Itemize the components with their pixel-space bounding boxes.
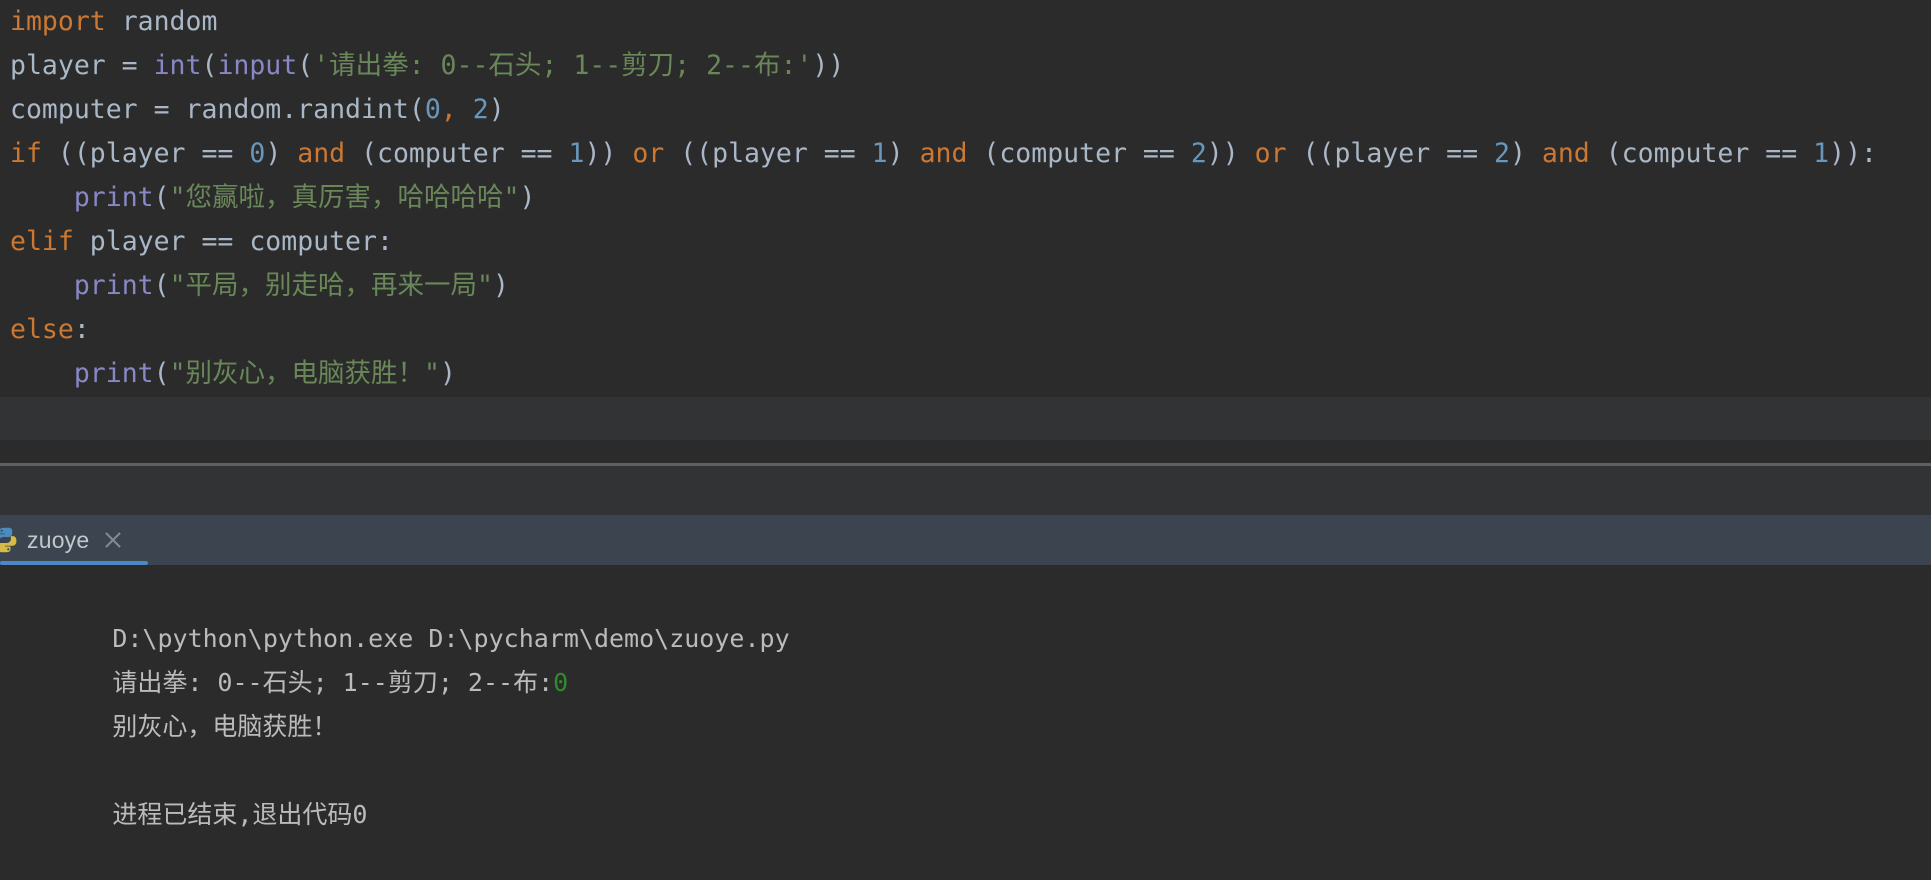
code-token: if: [10, 138, 42, 169]
console-exit-text: 进程已结束,退出代码0: [112, 800, 368, 829]
run-toolwindow-tabbar: zuoye: [0, 515, 1931, 565]
code-token: )):: [1829, 138, 1877, 169]
code-token: player =: [10, 50, 154, 81]
code-token: (: [201, 50, 218, 81]
tab-zuoye[interactable]: zuoye: [0, 515, 123, 565]
code-token: 2: [1190, 138, 1207, 169]
code-token: (: [153, 358, 170, 389]
code-token: print: [73, 270, 154, 301]
code-token: ): [265, 138, 298, 169]
code-token: "平局，别走哈，再来一局": [169, 270, 493, 301]
code-line[interactable]: computer = random.randint(0, 2): [0, 88, 1931, 132]
run-toolwindow-header-strip: [0, 466, 1931, 515]
code-token: (computer ==: [1589, 138, 1814, 169]
code-token: ): [488, 94, 505, 125]
code-token: '请出拳: 0--石头; 1--剪刀; 2--布:': [313, 50, 813, 81]
code-token: (: [153, 182, 170, 213]
editor-bottom-strip: [0, 397, 1931, 440]
code-token: ): [1509, 138, 1542, 169]
code-token: ((player ==: [664, 138, 872, 169]
python-file-icon: [0, 526, 19, 554]
code-line[interactable]: if ((player == 0) and (computer == 1)) o…: [0, 132, 1931, 176]
code-token: 0: [424, 94, 441, 125]
code-token: 1: [871, 138, 888, 169]
code-token: ): [493, 270, 509, 301]
code-token: ): [887, 138, 920, 169]
code-line[interactable]: import random: [0, 0, 1931, 44]
console-user-input-echo: 0: [553, 668, 569, 697]
code-token: 2: [1494, 138, 1510, 169]
code-token: or: [1254, 138, 1287, 169]
code-token: )): [812, 50, 845, 81]
code-token: (computer ==: [345, 138, 569, 169]
tab-label: zuoye: [27, 526, 90, 553]
code-token: import: [10, 6, 106, 37]
editor-gutter-strip: [0, 440, 1931, 463]
code-token: print: [73, 358, 154, 389]
console-line-command: D:\python\python.exe D:\pycharm\demo\zuo…: [0, 573, 1931, 653]
code-token: (: [153, 270, 170, 301]
code-token: or: [632, 138, 665, 169]
code-token: (computer ==: [967, 138, 1191, 169]
code-token: player == computer:: [73, 226, 393, 257]
console-output-text: 别灰心，电脑获胜！: [112, 712, 338, 741]
code-token: 1: [568, 138, 585, 169]
code-editor[interactable]: import random player = int(input('请出拳: 0…: [0, 0, 1931, 397]
close-icon[interactable]: [103, 530, 123, 550]
code-line[interactable]: print("别灰心，电脑获胜！"): [0, 352, 1931, 396]
code-token: elif: [10, 226, 74, 257]
code-token: 2: [472, 94, 489, 125]
code-token: input: [217, 50, 298, 81]
code-token: (: [297, 50, 314, 81]
code-token: )): [584, 138, 633, 169]
code-token: ((player ==: [41, 138, 250, 169]
code-token: 0: [249, 138, 266, 169]
code-line[interactable]: print("平局，别走哈，再来一局"): [0, 264, 1931, 308]
code-token: ): [440, 358, 456, 389]
code-token: ,: [440, 94, 457, 125]
code-token: 1: [1813, 138, 1830, 169]
code-line[interactable]: print("您赢啦，真厉害，哈哈哈哈"): [0, 176, 1931, 220]
console-line-exit: 进程已结束,退出代码0: [0, 749, 1931, 829]
code-line[interactable]: else:: [0, 308, 1931, 352]
code-line[interactable]: elif player == computer:: [0, 220, 1931, 264]
code-token: computer = random.randint(: [10, 94, 425, 125]
code-token: ((player ==: [1286, 138, 1494, 169]
console-command-text: D:\python\python.exe D:\pycharm\demo\zuo…: [112, 624, 790, 653]
code-token: else: [10, 314, 74, 345]
code-token: print: [73, 182, 154, 213]
code-line[interactable]: player = int(input('请出拳: 0--石头; 1--剪刀; 2…: [0, 44, 1931, 88]
run-console-output[interactable]: D:\python\python.exe D:\pycharm\demo\zuo…: [0, 565, 1931, 880]
code-token: and: [297, 138, 346, 169]
code-token: "您赢啦，真厉害，哈哈哈哈": [169, 182, 520, 213]
code-token: :: [73, 314, 90, 345]
code-token: "别灰心，电脑获胜！": [169, 358, 440, 389]
console-prompt-text: 请出拳: 0--石头; 1--剪刀; 2--布:: [112, 668, 554, 697]
code-token: and: [1541, 138, 1590, 169]
pycharm-window: import random player = int(input('请出拳: 0…: [0, 0, 1931, 880]
code-token: )): [1206, 138, 1255, 169]
code-token: ): [519, 182, 536, 213]
code-token: and: [919, 138, 968, 169]
code-token: random: [105, 6, 218, 37]
code-token: int: [153, 50, 202, 81]
